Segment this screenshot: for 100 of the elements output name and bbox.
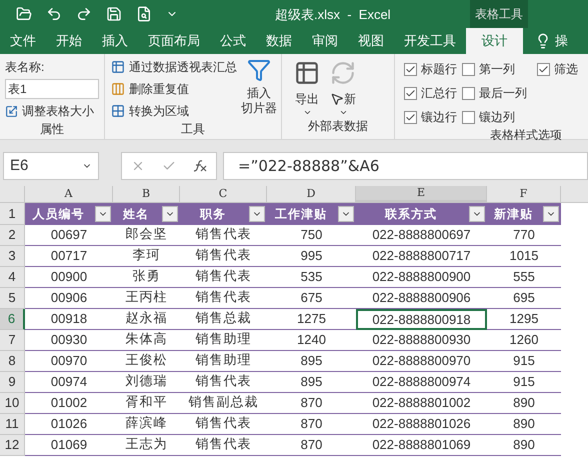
checkbox[interactable] (404, 110, 417, 124)
column-header[interactable]: B (113, 186, 180, 202)
checkbox[interactable] (462, 86, 475, 100)
resize-icon (5, 104, 18, 118)
table-cell: 销售代表 (180, 414, 267, 435)
checkbox-label: 标题行 (421, 61, 457, 78)
folder-icon[interactable] (16, 6, 32, 22)
column-header[interactable]: A (25, 186, 113, 202)
table-cell: 销售代表 (180, 267, 267, 288)
column-header[interactable]: E (356, 186, 487, 202)
name-box[interactable]: E6 (3, 152, 99, 180)
resize-table-button[interactable]: 调整表格大小 (22, 102, 94, 120)
ribbon-tab[interactable]: 页面布局 (138, 28, 210, 54)
table-cell: 郎会坚 (113, 225, 180, 246)
button-label: 切片器 (241, 101, 277, 116)
refresh-button[interactable]: 新 (344, 90, 356, 108)
header-cell: 姓名 (113, 203, 180, 225)
tool-button[interactable]: 转换为区域 (129, 102, 189, 120)
header-cell: 工作津贴 (267, 203, 356, 225)
row-header[interactable]: 10 (0, 393, 25, 414)
button-label: 插入 (247, 86, 271, 101)
remove-duplicates-icon (111, 82, 125, 96)
header-cell: 联系方式 (356, 203, 487, 225)
convert-range-icon (111, 104, 125, 118)
group-label: 外部表数据 (308, 118, 368, 135)
tool-button[interactable]: 删除重复值 (129, 80, 189, 98)
ribbon-tab[interactable]: 设计 (466, 28, 523, 54)
checkbox-label: 汇总行 (421, 85, 457, 102)
column-header[interactable]: F (487, 186, 561, 202)
column-header[interactable]: C (180, 186, 267, 202)
checkbox-label: 最后一列 (479, 85, 527, 102)
checkbox[interactable] (462, 62, 475, 76)
row-header[interactable]: 7 (0, 330, 25, 351)
ribbon-tab[interactable]: 审阅 (302, 28, 348, 54)
filter-dropdown[interactable] (249, 206, 265, 222)
print-preview-icon[interactable] (136, 6, 152, 22)
row-header[interactable]: 6 (0, 309, 25, 330)
table-cell: 销售代表 (180, 435, 267, 456)
table-cell: 李珂 (113, 246, 180, 267)
tool-button[interactable]: 通过数据透视表汇总 (129, 58, 237, 76)
header-cell: 人员编号 (25, 203, 113, 225)
checkbox-label: 筛选 (554, 61, 578, 78)
table-cell: 销售代表 (180, 225, 267, 246)
ribbon-tab[interactable]: 文件 (0, 28, 46, 54)
checkbox[interactable] (404, 62, 417, 76)
table-cell: 刘德瑞 (113, 372, 180, 393)
checkbox[interactable] (462, 110, 475, 124)
header-cell: 职务 (180, 203, 267, 225)
checkbox[interactable] (404, 86, 417, 100)
checkbox-label: 镶边列 (479, 109, 515, 126)
row-header[interactable]: 5 (0, 288, 25, 309)
table-cell: 胥和平 (113, 393, 180, 414)
checkbox[interactable] (537, 62, 550, 76)
row-header[interactable]: 9 (0, 372, 25, 393)
context-tab-label: 表格工具 (470, 0, 528, 28)
redo-icon[interactable] (76, 6, 92, 22)
filter-dropdown[interactable] (162, 206, 178, 222)
refresh-icon (330, 60, 356, 86)
ribbon-tab[interactable]: 开始 (46, 28, 92, 54)
table-cell: 王志为 (113, 435, 180, 456)
table-cell: 销售助理 (180, 351, 267, 372)
table-cell: 销售代表 (180, 372, 267, 393)
ribbon-tab[interactable]: 插入 (92, 28, 138, 54)
row-header[interactable]: 12 (0, 435, 25, 456)
row-header[interactable]: 8 (0, 351, 25, 372)
table-cell: 销售总裁 (180, 309, 267, 330)
checkbox-label: 第一列 (479, 61, 515, 78)
filter-dropdown[interactable] (95, 206, 111, 222)
cell-reference: E6 (10, 156, 28, 176)
pivot-icon (111, 60, 125, 74)
export-icon (294, 60, 320, 86)
tell-me-label[interactable]: 操 (555, 31, 568, 51)
table-cell: 张勇 (113, 267, 180, 288)
group-label: 属性 (40, 121, 64, 138)
save-icon[interactable] (106, 6, 122, 22)
row-header[interactable]: 11 (0, 414, 25, 435)
row-header[interactable]: 3 (0, 246, 25, 267)
row-header[interactable]: 4 (0, 267, 25, 288)
filter-dropdown[interactable] (543, 206, 559, 222)
row-header[interactable]: 2 (0, 225, 25, 246)
caret-icon (338, 108, 348, 117)
window-title: 超级表.xlsx - Excel (275, 6, 391, 24)
insert-slicer-button[interactable]: 插入 切片器 (241, 86, 277, 116)
row-header[interactable]: 1 (0, 203, 25, 225)
ribbon-tab[interactable]: 视图 (348, 28, 394, 54)
ribbon-tab[interactable]: 开发工具 (394, 28, 466, 54)
function-icon[interactable] (193, 160, 208, 172)
undo-icon[interactable] (46, 6, 62, 22)
export-button[interactable]: 导出 (295, 90, 319, 108)
formula-field[interactable]: =”022-88888”&A6 (223, 152, 588, 180)
ribbon-tab[interactable]: 数据 (256, 28, 302, 54)
table-name-label: 表名称: (5, 59, 46, 76)
table-cell: 销售副总裁 (180, 393, 267, 414)
filter-dropdown[interactable] (338, 206, 354, 222)
table-cell: 王丙柱 (113, 288, 180, 309)
filter-dropdown[interactable] (469, 206, 485, 222)
table-name-field[interactable]: 表1 (5, 79, 99, 99)
table-cell: 销售代表 (180, 246, 267, 267)
table-cell: 022-8888800918 (356, 309, 487, 330)
ribbon-tab[interactable]: 公式 (210, 28, 256, 54)
